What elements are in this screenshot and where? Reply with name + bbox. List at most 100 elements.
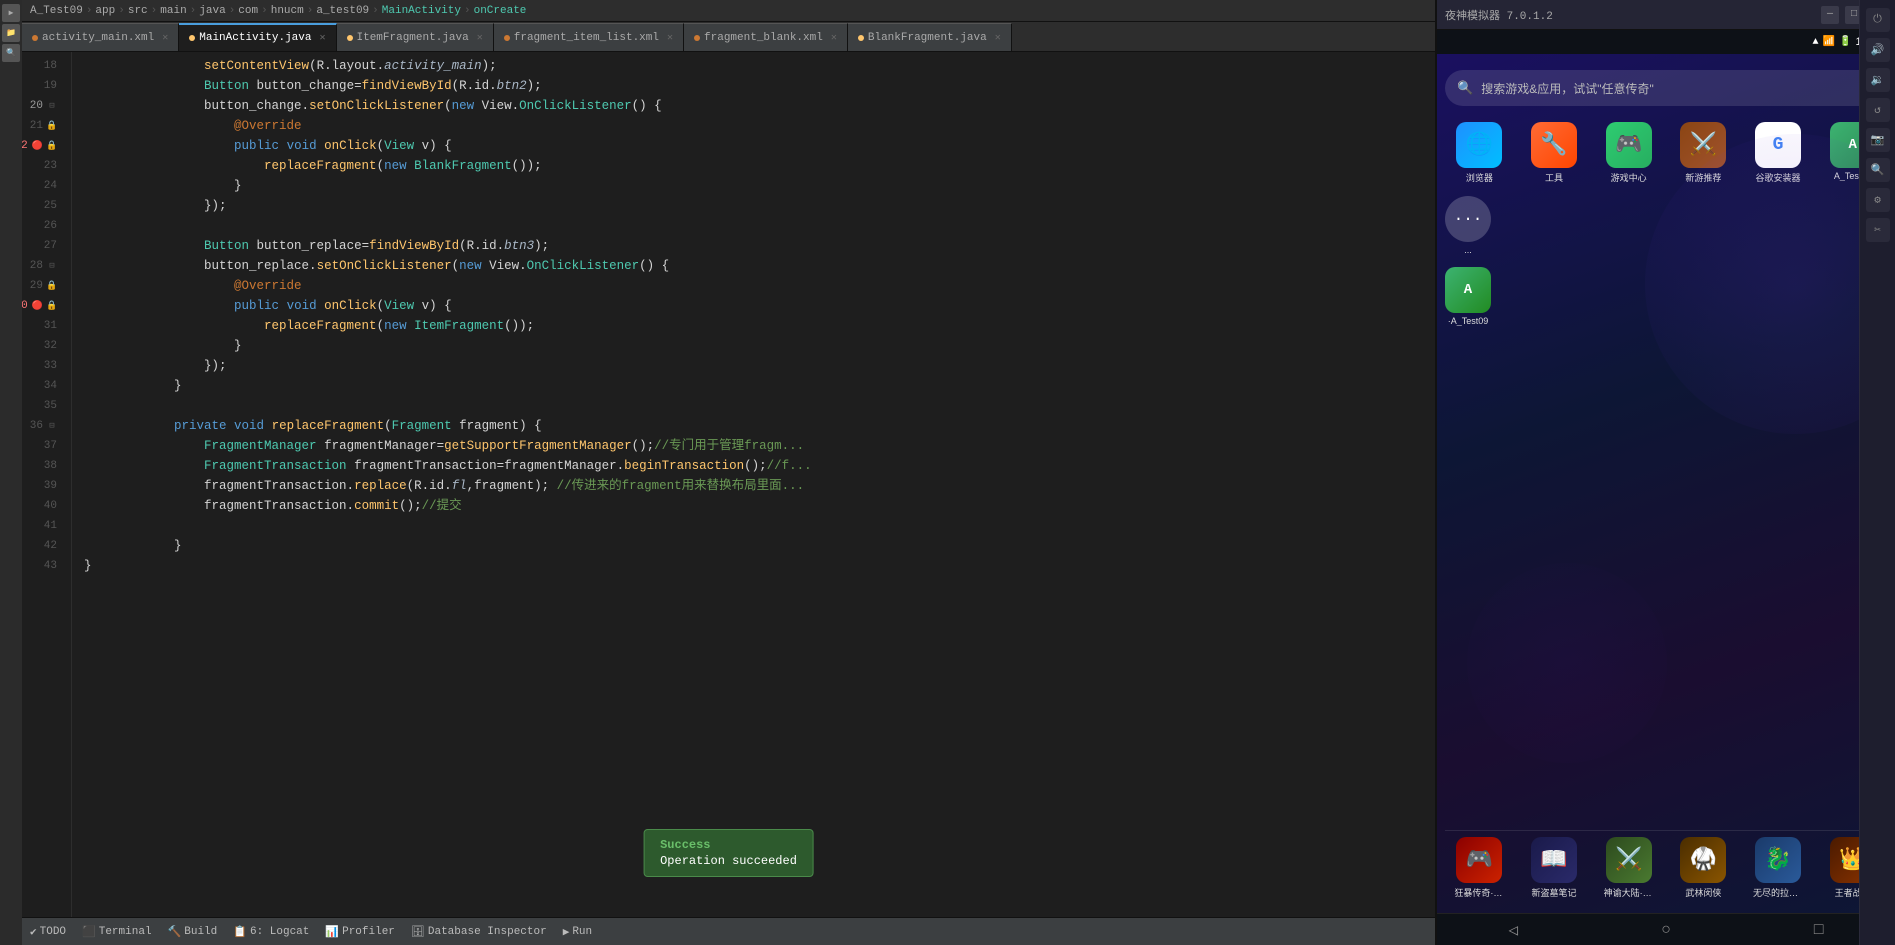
dock-app-5[interactable]: 🐉 无尽的拉格... — [1744, 837, 1813, 899]
code-line-38: FragmentTransaction fragmentTransaction=… — [84, 456, 1435, 476]
app-more[interactable]: ··· ... — [1445, 196, 1491, 255]
signal-icon: 📶 — [1823, 36, 1835, 48]
tabs-bar: activity_main.xml ✕ MainActivity.java ✕ … — [22, 22, 1435, 52]
dock-app-2[interactable]: 📖 新盗墓笔记 — [1520, 837, 1589, 899]
android-recents-btn[interactable]: □ — [1814, 921, 1824, 939]
code-line-42: } — [84, 536, 1435, 556]
code-line-23: replaceFragment(new BlankFragment()); — [84, 156, 1435, 176]
android-home-btn[interactable]: ○ — [1661, 921, 1671, 939]
dock-app-3-icon: ⚔️ — [1606, 837, 1652, 883]
emulator-settings-btn[interactable]: ⚙ — [1866, 188, 1890, 212]
app-browser[interactable]: 🌐 浏览器 — [1445, 122, 1514, 184]
toast-title: Success — [660, 838, 797, 852]
app-gamecenter-label: 游戏中心 — [1611, 171, 1647, 184]
emulator-screenshot-btn[interactable]: 📷 — [1866, 128, 1890, 152]
emulator-screen: ▲ 📶 🔋 12:14 🔍 搜索游戏&应用，试试"任意传奇" 🎤 — [1437, 30, 1895, 945]
dock-app-1-label: 狂暴传奇·微... — [1454, 886, 1504, 899]
app-gamecenter-icon: 🎮 — [1606, 122, 1652, 168]
tab-blank-fragment[interactable]: BlankFragment.java ✕ — [848, 23, 1012, 51]
toast-message: Operation succeeded — [660, 854, 797, 868]
code-line-22: public void onClick(View v) { — [84, 136, 1435, 156]
dock-app-4[interactable]: 🥋 武林闵侠 — [1669, 837, 1738, 899]
dock-app-2-label: 新盗墓笔记 — [1531, 886, 1576, 899]
android-search-text: 搜索游戏&应用，试试"任意传奇" — [1481, 80, 1654, 97]
emulator-vol-down-btn[interactable]: 🔉 — [1866, 68, 1890, 92]
bottom-terminal[interactable]: ⬛ Terminal — [82, 925, 152, 939]
bg-decoration-2 — [1467, 563, 1667, 763]
emulator-vol-up-btn[interactable]: 🔊 — [1866, 38, 1890, 62]
code-line-34: } — [84, 376, 1435, 396]
code-line-21: @Override — [84, 116, 1435, 136]
code-line-30: public void onClick(View v) { — [84, 296, 1435, 316]
android-search-bar[interactable]: 🔍 搜索游戏&应用，试试"任意传奇" 🎤 — [1445, 70, 1887, 106]
tab-activity-main[interactable]: activity_main.xml ✕ — [22, 23, 179, 51]
code-line-31: replaceFragment(new ItemFragment()); — [84, 316, 1435, 336]
emulator-power-btn[interactable]: ⏻ — [1866, 30, 1890, 32]
code-line-35 — [84, 396, 1435, 416]
app-atest09-icon: A — [1445, 267, 1491, 313]
bottom-profiler[interactable]: 📊 Profiler — [325, 925, 395, 939]
app-more-label: ... — [1464, 245, 1472, 255]
dock-app-1[interactable]: 🎮 狂暴传奇·微... — [1445, 837, 1514, 899]
left-sidebar: ▶ 📁 🔍 — [0, 0, 22, 945]
android-home[interactable]: 🔍 搜索游戏&应用，试试"任意传奇" 🎤 🌐 浏览器 🔧 工具 � — [1437, 54, 1895, 913]
app-gamecenter[interactable]: 🎮 游戏中心 — [1594, 122, 1663, 184]
emulator-title: 夜神模拟器 7.0.1.2 — [1445, 7, 1553, 23]
bottom-database[interactable]: 🗄 Database Inspector — [411, 925, 547, 939]
breadcrumb-class: MainActivity — [382, 5, 461, 17]
sidebar-icon-1[interactable]: ▶ — [2, 4, 20, 22]
code-editor[interactable]: 18 19 20⊟ 21🔒 22🔴🔒 23 24 25 26 27 28⊟ 29… — [22, 52, 1435, 917]
android-back-btn[interactable]: ◁ — [1509, 920, 1519, 940]
emulator-scissors-btn[interactable]: ✂ — [1866, 218, 1890, 242]
app-tools-label: 工具 — [1545, 171, 1563, 184]
android-status-bar: ▲ 📶 🔋 12:14 — [1437, 30, 1895, 54]
sidebar-icon-3[interactable]: 🔍 — [2, 44, 20, 62]
bottom-todo[interactable]: ✔ TODO — [30, 925, 66, 939]
dock-app-4-icon: 🥋 — [1680, 837, 1726, 883]
tab-main-activity[interactable]: MainActivity.java ✕ — [179, 23, 336, 51]
code-line-25: }); — [84, 196, 1435, 216]
emulator-zoom-in-btn[interactable]: 🔍 — [1866, 158, 1890, 182]
dock-app-3-label: 神谕大陆·放... — [1604, 886, 1654, 899]
app-atest09[interactable]: A ·A_Test09 — [1445, 267, 1491, 326]
app-tools[interactable]: 🔧 工具 — [1520, 122, 1589, 184]
breadcrumb-text: A_Test09 — [30, 5, 83, 17]
bottom-run[interactable]: ▶ Run — [563, 925, 592, 939]
code-line-19: Button button_change=findViewById(R.id.b… — [84, 76, 1435, 96]
bottom-logcat[interactable]: 📋 6: Logcat — [233, 925, 309, 939]
code-line-37: FragmentManager fragmentManager=getSuppo… — [84, 436, 1435, 456]
dock-app-3[interactable]: ⚔️ 神谕大陆·放... — [1594, 837, 1663, 899]
app-tools-icon: 🔧 — [1531, 122, 1577, 168]
breadcrumb-app: app — [95, 5, 115, 17]
android-nav-bar: ◁ ○ □ — [1437, 913, 1895, 945]
bottom-bar: ✔ TODO ⬛ Terminal 🔨 Build 📋 6: Logcat 📊 … — [22, 917, 1435, 945]
code-line-26 — [84, 216, 1435, 236]
bottom-build[interactable]: 🔨 Build — [168, 925, 218, 939]
emulator-panel: 夜神模拟器 7.0.1.2 — □ ✕ ▲ 📶 🔋 12:14 — [1435, 0, 1895, 945]
emulator-rotate-btn[interactable]: ↺ — [1866, 98, 1890, 122]
dock-app-5-icon: 🐉 — [1755, 837, 1801, 883]
success-toast: Success Operation succeeded — [643, 829, 814, 877]
code-line-33: }); — [84, 356, 1435, 376]
android-search-icon: 🔍 — [1457, 81, 1473, 96]
tab-fragment-blank[interactable]: fragment_blank.xml ✕ — [684, 23, 848, 51]
code-line-39: fragmentTransaction.replace(R.id.fl,frag… — [84, 476, 1435, 496]
code-line-32: } — [84, 336, 1435, 356]
app-more-icon: ··· — [1445, 196, 1491, 242]
code-line-18: setContentView(R.layout.activity_main); — [84, 56, 1435, 76]
app-atest09-label: ·A_Test09 — [1448, 316, 1489, 326]
dock-app-4-label: 武林闵侠 — [1685, 886, 1721, 899]
android-dock: 🎮 狂暴传奇·微... 📖 新盗墓笔记 ⚔️ 神谕大陆·放... 🥋 武林闵侠 — [1445, 830, 1887, 905]
app-browser-icon: 🌐 — [1456, 122, 1502, 168]
tab-item-fragment[interactable]: ItemFragment.java ✕ — [337, 23, 494, 51]
code-line-24: } — [84, 176, 1435, 196]
sidebar-icon-2[interactable]: 📁 — [2, 24, 20, 42]
code-line-36: private void replaceFragment(Fragment fr… — [84, 416, 1435, 436]
emulator-minimize-btn[interactable]: — — [1821, 6, 1839, 24]
app-browser-label: 浏览器 — [1466, 171, 1493, 184]
code-text[interactable]: setContentView(R.layout.activity_main); … — [72, 52, 1435, 917]
code-line-29: @Override — [84, 276, 1435, 296]
tab-fragment-item-list[interactable]: fragment_item_list.xml ✕ — [494, 23, 684, 51]
code-line-40: fragmentTransaction.commit();//提交 — [84, 496, 1435, 516]
emulator-side-panel: ⏻ 🔊 🔉 ↺ 📷 🔍 ⚙ ✂ — [1859, 30, 1895, 945]
